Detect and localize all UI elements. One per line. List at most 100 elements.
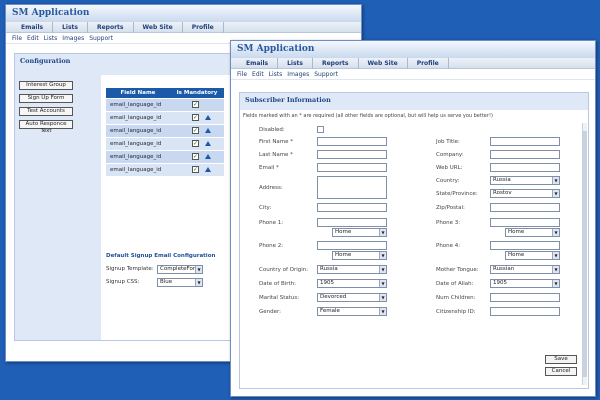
- field-name-cell: email_language_id: [106, 136, 170, 150]
- job-title-field[interactable]: [490, 137, 560, 146]
- chevron-down-icon: ▼: [552, 177, 559, 184]
- phone3-label: Phone 3:: [436, 220, 461, 226]
- tab-lists[interactable]: Lists: [53, 22, 88, 33]
- mandatory-checkbox[interactable]: ✓: [191, 166, 199, 174]
- move-up-icon[interactable]: [204, 154, 211, 159]
- city-field[interactable]: [317, 203, 387, 212]
- address-field[interactable]: [317, 176, 387, 199]
- tab-web-site[interactable]: Web Site: [134, 22, 183, 33]
- table-header: Field Name Is Mandatory: [106, 88, 224, 98]
- phone2-label: Phone 2:: [259, 243, 284, 249]
- save-button[interactable]: Save: [545, 355, 577, 364]
- mandatory-checkbox[interactable]: ✓: [191, 127, 199, 134]
- table-row[interactable]: email_language_id ✓: [106, 110, 224, 124]
- interest-group-button[interactable]: Interest Group: [19, 81, 73, 90]
- email-field[interactable]: [317, 163, 387, 172]
- mandatory-checkbox[interactable]: ✓: [191, 153, 199, 160]
- menu-support[interactable]: Support: [89, 35, 113, 42]
- field-name-cell: email_language_id: [106, 149, 170, 163]
- tab-reports[interactable]: Reports: [88, 22, 134, 33]
- signup-template-select[interactable]: CompleteForm ▼: [157, 265, 203, 274]
- move-up-icon[interactable]: [204, 167, 211, 173]
- menu-images[interactable]: Images: [62, 35, 84, 42]
- web-url-label: Web URL:: [436, 165, 463, 171]
- citizenship-id-field[interactable]: [490, 307, 560, 316]
- disabled-checkbox[interactable]: [317, 126, 324, 133]
- mother-tongue-select[interactable]: Russian ▼: [490, 265, 560, 274]
- menu-support[interactable]: Support: [314, 71, 338, 78]
- menu-lists[interactable]: Lists: [44, 35, 58, 42]
- auto-responce-text-button[interactable]: Auto Responce Text: [19, 120, 73, 134]
- address-label: Address:: [259, 185, 283, 191]
- app-title: SM Application: [6, 5, 361, 22]
- move-up-icon[interactable]: [204, 141, 211, 146]
- menu-file[interactable]: File: [237, 71, 247, 78]
- dob-select[interactable]: 1905 ▼: [317, 279, 387, 288]
- table-row[interactable]: email_language_id ✓: [106, 97, 224, 111]
- move-up-icon[interactable]: [204, 115, 211, 120]
- sign-up-form-button[interactable]: Sign Up Form: [19, 94, 73, 103]
- first-name-field[interactable]: [317, 137, 387, 146]
- mandatory-checkbox[interactable]: ✓: [191, 114, 199, 121]
- menu-edit[interactable]: Edit: [252, 71, 264, 78]
- marital-status-select[interactable]: Devorced ▼: [317, 293, 387, 302]
- menu-file[interactable]: File: [12, 35, 22, 42]
- menu-bar: File Edit Lists Images Support: [231, 69, 595, 80]
- table-row[interactable]: email_language_id ✓: [106, 149, 224, 163]
- table-row[interactable]: email_language_id ✓: [106, 123, 224, 137]
- field-name-cell: email_language_id: [106, 123, 170, 137]
- num-children-label: Num Children:: [436, 295, 476, 301]
- chevron-down-icon: ▼: [379, 308, 386, 315]
- tab-emails[interactable]: Emails: [12, 22, 54, 33]
- tab-profile[interactable]: Profile: [408, 58, 449, 69]
- mandatory-checkbox[interactable]: ✓: [191, 101, 199, 108]
- chevron-down-icon: ▼: [379, 266, 386, 273]
- marital-status-label: Marital Status:: [259, 295, 300, 301]
- chevron-down-icon: ▼: [552, 229, 559, 236]
- country-origin-select[interactable]: Russia ▼: [317, 265, 387, 274]
- phone1-type-select[interactable]: Home ▼: [332, 228, 387, 237]
- mandatory-checkbox[interactable]: ✓: [191, 140, 199, 147]
- move-up-icon[interactable]: [204, 128, 211, 133]
- menu-lists[interactable]: Lists: [269, 71, 283, 78]
- date-of-aliah-select[interactable]: 1905 ▼: [490, 279, 560, 288]
- last-name-field[interactable]: [317, 150, 387, 159]
- email-config-title: Default Signup Email Configuration: [106, 253, 216, 259]
- mother-tongue-label: Mother Tongue:: [436, 267, 479, 273]
- test-accounts-button[interactable]: Test Accounts: [19, 107, 73, 116]
- nav-tabs: Emails Lists Reports Web Site Profile: [6, 22, 361, 33]
- signup-css-label: Signup CSS:: [106, 279, 140, 285]
- date-of-aliah-label: Date of Aliah:: [436, 281, 474, 287]
- company-field[interactable]: [490, 150, 560, 159]
- tab-lists[interactable]: Lists: [278, 58, 313, 69]
- scrollbar[interactable]: [582, 123, 587, 385]
- phone4-field[interactable]: [490, 241, 560, 250]
- signup-css-select[interactable]: Blue ▼: [157, 278, 203, 287]
- phone2-type-select[interactable]: Home ▼: [332, 251, 387, 260]
- menu-edit[interactable]: Edit: [27, 35, 39, 42]
- table-row[interactable]: email_language_id ✓: [106, 162, 224, 176]
- phone3-type-select[interactable]: Home ▼: [505, 228, 560, 237]
- gender-select[interactable]: Female ▼: [317, 307, 387, 316]
- chevron-down-icon: ▼: [552, 190, 559, 197]
- web-url-field[interactable]: [490, 163, 560, 172]
- country-select[interactable]: Russia ▼: [490, 176, 560, 185]
- state-select[interactable]: Rostov ▼: [490, 189, 560, 198]
- phone3-field[interactable]: [490, 218, 560, 227]
- menu-images[interactable]: Images: [287, 71, 309, 78]
- num-children-field[interactable]: [490, 293, 560, 302]
- tab-web-site[interactable]: Web Site: [359, 58, 408, 69]
- field-name-cell: email_language_id: [106, 97, 170, 111]
- phone2-field[interactable]: [317, 241, 387, 250]
- phone1-field[interactable]: [317, 218, 387, 227]
- last-name-label: Last Name *: [259, 152, 293, 158]
- zip-field[interactable]: [490, 203, 560, 212]
- table-row[interactable]: email_language_id ✓: [106, 136, 224, 150]
- scrollbar-thumb[interactable]: [583, 131, 587, 377]
- phone4-type-select[interactable]: Home ▼: [505, 251, 560, 260]
- tab-emails[interactable]: Emails: [237, 58, 279, 69]
- citizenship-id-label: Citizenship ID:: [436, 309, 476, 315]
- tab-profile[interactable]: Profile: [183, 22, 224, 33]
- tab-reports[interactable]: Reports: [313, 58, 359, 69]
- cancel-button[interactable]: Cancel: [545, 367, 577, 376]
